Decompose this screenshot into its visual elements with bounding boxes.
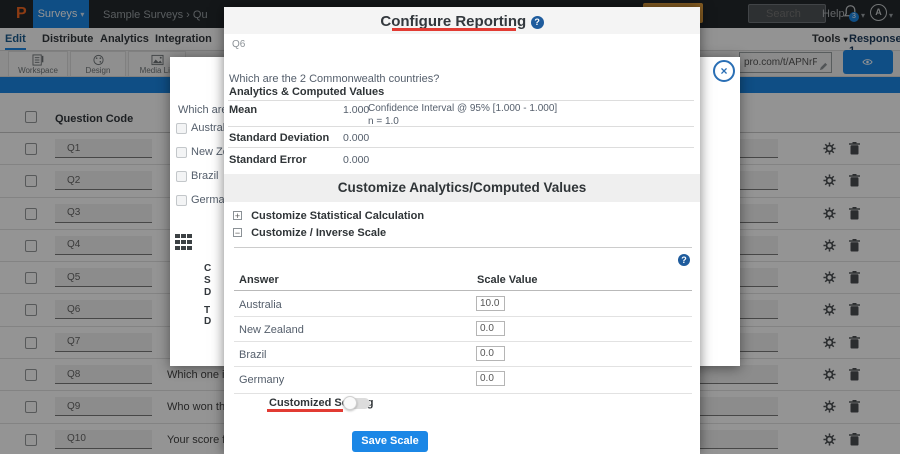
stat-value: 0.000 — [343, 132, 369, 144]
answer-checkbox[interactable] — [176, 123, 187, 134]
scale-value-input[interactable] — [476, 321, 505, 336]
divider — [234, 247, 692, 248]
scale-value-input[interactable] — [476, 346, 505, 361]
answer-label: Germany — [239, 374, 284, 386]
stat-value: 0.000 — [343, 154, 369, 166]
column-header-answer: Answer — [239, 274, 279, 286]
question-code-label: Q6 — [232, 39, 245, 50]
clipped-label: T — [204, 305, 210, 316]
accordion-statistical-calculation[interactable]: + Customize Statistical Calculation — [233, 210, 424, 222]
customize-banner: Customize Analytics/Computed Values — [224, 174, 700, 202]
stat-extra: Confidence Interval @ 95% [1.000 - 1.000… — [368, 102, 557, 128]
answer-label: Brazil — [239, 349, 267, 361]
answer-checkbox[interactable] — [176, 171, 187, 182]
dialog-header: Configure Reporting ? — [224, 7, 700, 34]
customized-scaling-toggle[interactable] — [345, 398, 370, 409]
scale-value-input[interactable] — [476, 296, 505, 311]
configure-reporting-dialog: Configure Reporting ? Q6 Which are the 2… — [224, 7, 700, 454]
scale-value-input[interactable] — [476, 371, 505, 386]
stat-label: Mean — [229, 104, 257, 116]
answer-checkbox[interactable] — [176, 195, 187, 206]
divider — [234, 366, 692, 367]
stat-label: Standard Deviation — [229, 132, 329, 144]
save-scale-values-button[interactable]: Save Scale Values — [352, 431, 428, 452]
questionpro-app: P Surveys ▾ Sample Surveys › Qu Help 3 ▾… — [0, 0, 900, 454]
clipped-label: C — [204, 263, 211, 274]
answer-option: Brazil — [191, 170, 219, 182]
answer-label: Australia — [239, 299, 282, 311]
stat-value: 1.000 — [343, 104, 369, 116]
help-icon[interactable]: ? — [678, 254, 690, 266]
clipped-label: S — [204, 275, 211, 286]
close-icon[interactable]: × — [713, 60, 735, 82]
help-icon[interactable]: ? — [531, 16, 544, 29]
table-grid-icon — [175, 234, 192, 255]
divider — [234, 290, 692, 291]
red-annotation-underline — [267, 409, 343, 412]
collapse-minus-icon: − — [233, 228, 242, 237]
divider — [228, 126, 694, 127]
stat-label: Standard Error — [229, 154, 307, 166]
clipped-label: D — [204, 316, 211, 327]
answer-checkbox[interactable] — [176, 147, 187, 158]
red-annotation-underline — [392, 28, 516, 31]
expand-plus-icon: + — [233, 211, 242, 220]
answer-label: New Zealand — [239, 324, 304, 336]
accordion-inverse-scale[interactable]: − Customize / Inverse Scale — [233, 227, 386, 239]
divider — [234, 341, 692, 342]
column-header-scale-value: Scale Value — [477, 274, 538, 286]
divider — [228, 147, 694, 148]
divider — [228, 100, 694, 101]
divider — [234, 393, 692, 394]
divider — [234, 316, 692, 317]
question-text: Which are the 2 Commonwealth countries? — [229, 73, 439, 85]
toggle-knob — [343, 396, 357, 410]
section-title: Analytics & Computed Values — [229, 86, 384, 98]
clipped-label: D — [204, 287, 211, 298]
